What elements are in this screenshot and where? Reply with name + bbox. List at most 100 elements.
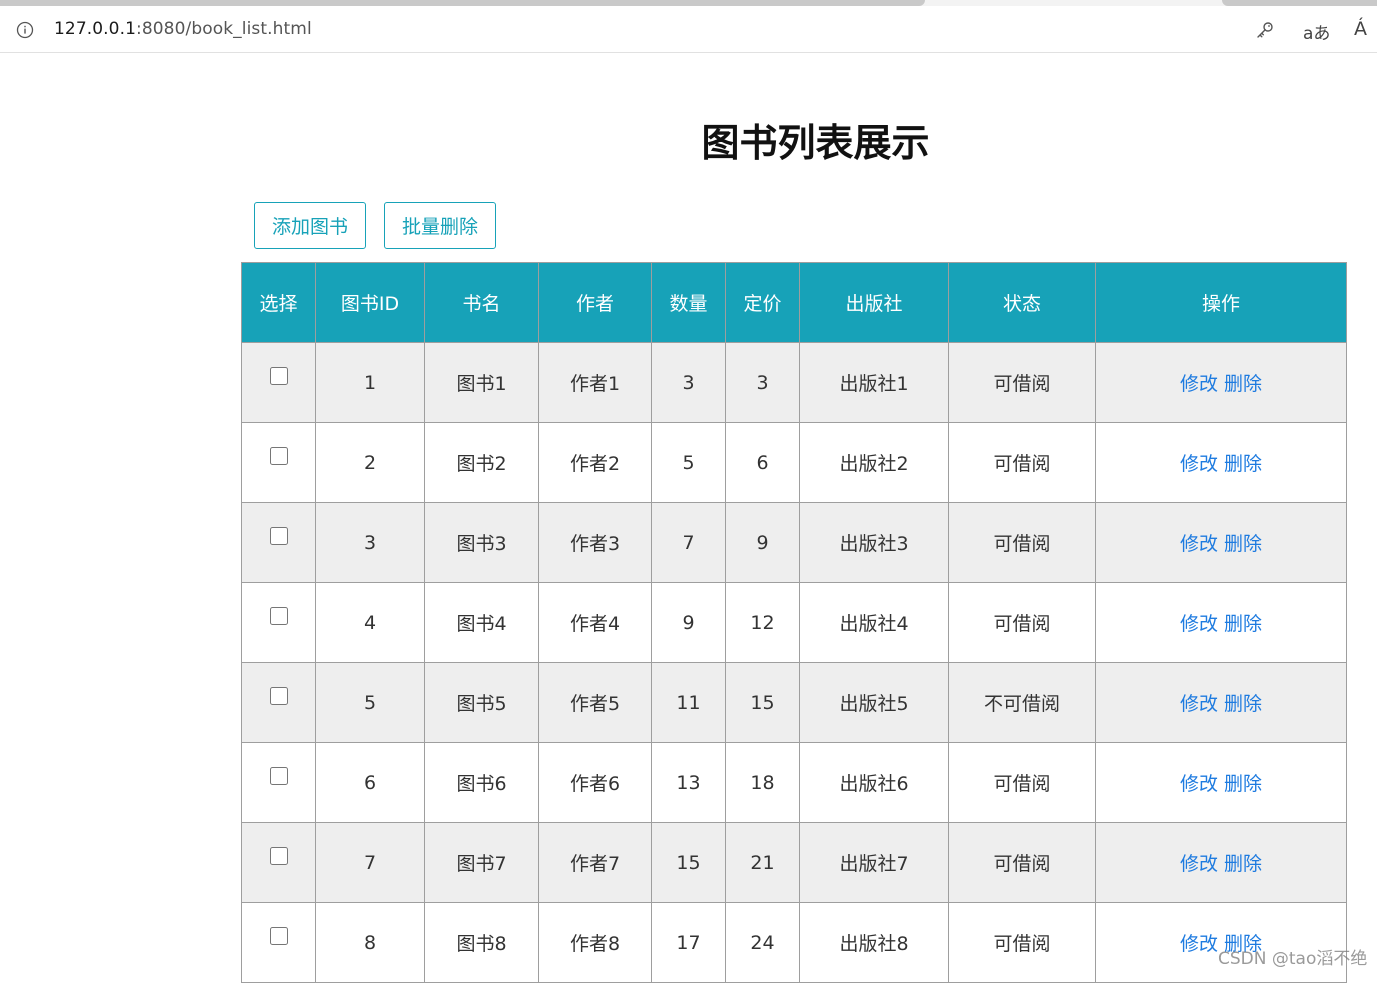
table-row: 6 图书6 作者6 13 18 出版社6 可借阅 修改 删除 — [241, 742, 1347, 823]
cell-operation: 修改 删除 — [1095, 582, 1347, 663]
cell-count: 9 — [651, 582, 726, 663]
cell-price: 9 — [725, 502, 800, 583]
cell-book-id: 2 — [315, 422, 425, 503]
key-icon[interactable] — [1255, 20, 1275, 40]
page-title: 图书列表展示 — [242, 112, 1345, 167]
cell-price: 24 — [725, 902, 800, 983]
cell-price: 15 — [725, 662, 800, 743]
cell-operation: 修改 删除 — [1095, 742, 1347, 823]
cell-publisher: 出版社7 — [799, 822, 949, 903]
header-select: 选择 — [241, 262, 316, 343]
cell-count: 5 — [651, 422, 726, 503]
row-checkbox[interactable] — [269, 607, 288, 625]
cell-author: 作者8 — [538, 902, 652, 983]
cell-publisher: 出版社8 — [799, 902, 949, 983]
cell-operation: 修改 删除 — [1095, 822, 1347, 903]
table-row: 3 图书3 作者3 7 9 出版社3 可借阅 修改 删除 — [241, 502, 1347, 583]
cell-author: 作者3 — [538, 502, 652, 583]
url-text[interactable]: 127.0.0.1:8080/book_list.html — [54, 19, 312, 39]
delete-link[interactable]: 删除 — [1224, 533, 1262, 555]
header-publisher: 出版社 — [799, 262, 949, 343]
cell-author: 作者7 — [538, 822, 652, 903]
cell-price: 21 — [725, 822, 800, 903]
cell-status: 可借阅 — [948, 582, 1096, 663]
cell-status: 可借阅 — [948, 502, 1096, 583]
read-aloud-icon[interactable]: Á — [1354, 18, 1367, 40]
cell-book-name: 图书6 — [424, 742, 539, 823]
cell-status: 可借阅 — [948, 422, 1096, 503]
delete-link[interactable]: 删除 — [1224, 693, 1262, 715]
cell-book-id: 7 — [315, 822, 425, 903]
cell-book-name: 图书3 — [424, 502, 539, 583]
cell-count: 3 — [651, 342, 726, 423]
delete-link[interactable]: 删除 — [1224, 613, 1262, 635]
edit-link[interactable]: 修改 — [1180, 933, 1218, 955]
cell-book-name: 图书2 — [424, 422, 539, 503]
edit-link[interactable]: 修改 — [1180, 613, 1218, 635]
cell-count: 11 — [651, 662, 726, 743]
cell-author: 作者2 — [538, 422, 652, 503]
edit-link[interactable]: 修改 — [1180, 373, 1218, 395]
cell-price: 3 — [725, 342, 800, 423]
table-body: 1 图书1 作者1 3 3 出版社1 可借阅 修改 删除 2 图书2 作者2 5 6 出版社2 可借阅 修改 删除… — [241, 342, 1347, 983]
table-header-row: 选择 图书ID 书名 作者 数量 定价 出版社 状态 操作 — [241, 262, 1347, 343]
cell-publisher: 出版社6 — [799, 742, 949, 823]
cell-select — [241, 902, 316, 983]
header-status: 状态 — [948, 262, 1096, 343]
cell-book-name: 图书1 — [424, 342, 539, 423]
delete-link[interactable]: 删除 — [1224, 373, 1262, 395]
edit-link[interactable]: 修改 — [1180, 853, 1218, 875]
header-book-id: 图书ID — [315, 262, 425, 343]
cell-operation: 修改 删除 — [1095, 422, 1347, 503]
header-book-name: 书名 — [424, 262, 539, 343]
url-path: :8080/book_list.html — [136, 19, 312, 39]
cell-publisher: 出版社4 — [799, 582, 949, 663]
table-row: 2 图书2 作者2 5 6 出版社2 可借阅 修改 删除 — [241, 422, 1347, 503]
edit-link[interactable]: 修改 — [1180, 533, 1218, 555]
cell-operation: 修改 删除 — [1095, 342, 1347, 423]
row-checkbox[interactable] — [269, 927, 288, 945]
cell-price: 12 — [725, 582, 800, 663]
batch-delete-button[interactable]: 批量删除 — [384, 202, 496, 249]
edit-link[interactable]: 修改 — [1180, 773, 1218, 795]
delete-link[interactable]: 删除 — [1224, 453, 1262, 475]
cell-operation: 修改 删除 — [1095, 902, 1347, 983]
add-book-button[interactable]: 添加图书 — [254, 202, 366, 249]
row-checkbox[interactable] — [269, 687, 288, 705]
cell-select — [241, 742, 316, 823]
row-checkbox[interactable] — [269, 767, 288, 785]
row-checkbox[interactable] — [269, 447, 288, 465]
delete-link[interactable]: 删除 — [1224, 773, 1262, 795]
address-bar[interactable]: 127.0.0.1:8080/book_list.html aあ Á — [0, 6, 1377, 53]
cell-book-id: 5 — [315, 662, 425, 743]
cell-book-name: 图书4 — [424, 582, 539, 663]
url-host: 127.0.0.1 — [54, 19, 137, 39]
cell-author: 作者5 — [538, 662, 652, 743]
info-icon[interactable] — [16, 21, 34, 39]
cell-book-name: 图书7 — [424, 822, 539, 903]
cell-publisher: 出版社2 — [799, 422, 949, 503]
edit-link[interactable]: 修改 — [1180, 453, 1218, 475]
cell-price: 6 — [725, 422, 800, 503]
table-row: 8 图书8 作者8 17 24 出版社8 可借阅 修改 删除 — [241, 902, 1347, 983]
book-table: 选择 图书ID 书名 作者 数量 定价 出版社 状态 操作 1 图书1 作者1 3 3 出… — [241, 262, 1347, 983]
row-checkbox[interactable] — [269, 847, 288, 865]
cell-status: 可借阅 — [948, 742, 1096, 823]
cell-book-id: 8 — [315, 902, 425, 983]
cell-operation: 修改 删除 — [1095, 502, 1347, 583]
cell-book-id: 3 — [315, 502, 425, 583]
cell-book-name: 图书8 — [424, 902, 539, 983]
cell-book-id: 6 — [315, 742, 425, 823]
delete-link[interactable]: 删除 — [1224, 853, 1262, 875]
cell-count: 17 — [651, 902, 726, 983]
watermark: CSDN @tao滔不绝 — [1218, 949, 1368, 969]
cell-count: 7 — [651, 502, 726, 583]
table-row: 4 图书4 作者4 9 12 出版社4 可借阅 修改 删除 — [241, 582, 1347, 663]
cell-select — [241, 582, 316, 663]
edit-link[interactable]: 修改 — [1180, 693, 1218, 715]
table-row: 7 图书7 作者7 15 21 出版社7 可借阅 修改 删除 — [241, 822, 1347, 903]
row-checkbox[interactable] — [269, 367, 288, 385]
translate-icon[interactable]: aあ — [1303, 19, 1330, 44]
cell-status: 可借阅 — [948, 902, 1096, 983]
row-checkbox[interactable] — [269, 527, 288, 545]
